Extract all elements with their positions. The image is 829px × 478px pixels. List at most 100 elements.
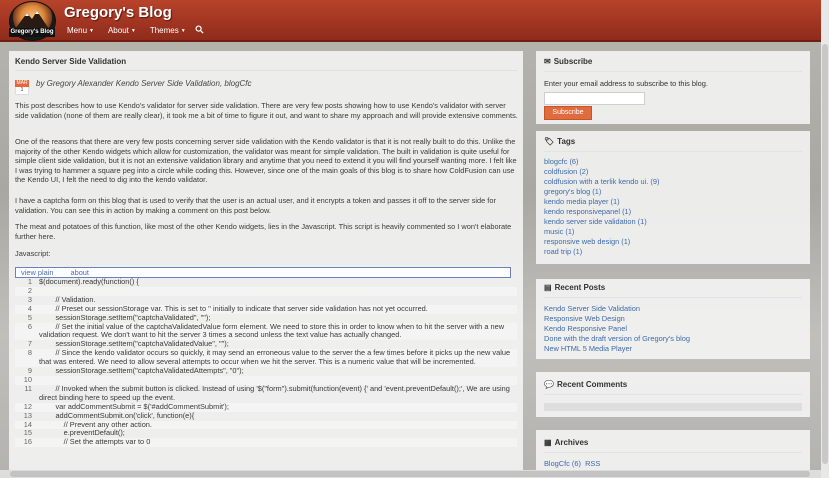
recent-comments-panel: 💬 Recent Comments xyxy=(536,372,810,417)
main-nav: Menu ▼ About ▼ Themes ▼ xyxy=(67,26,200,35)
post-title[interactable]: Kendo Server Side Validation xyxy=(15,57,126,66)
divider xyxy=(544,71,802,72)
horizontal-scrollbar[interactable] xyxy=(0,470,821,478)
code-text: // Invoked when the submit button is cli… xyxy=(39,383,512,402)
archives-panel: ▦ Archives BlogCfc (6) RSS xyxy=(536,430,810,470)
recent-post-link[interactable]: Kendo Responsive Panel xyxy=(544,324,690,334)
code-line: 6 // Set the initial value of the captch… xyxy=(15,321,517,341)
date-day: 1 xyxy=(15,87,29,95)
post-paragraph: One of the reasons that there are very f… xyxy=(15,137,517,185)
caret-down-icon: ▼ xyxy=(180,27,186,34)
about-link[interactable]: about xyxy=(70,268,89,277)
date-badge: MAR 1 xyxy=(15,80,29,98)
recent-posts-panel: ▤ Recent Posts Kendo Server Side Validati… xyxy=(536,279,810,359)
subscribe-button[interactable]: Subscribe xyxy=(544,106,592,120)
code-text: // Set the attempts var to 0 xyxy=(39,437,151,447)
recent-post-link[interactable]: Kendo Server Side Validation xyxy=(544,304,690,314)
tag-link[interactable]: responsive web design (1) xyxy=(544,237,659,247)
recent-post-link[interactable]: New HTML 5 Media Player xyxy=(544,344,690,354)
tag-link[interactable]: gregory's blog (1) xyxy=(544,187,659,197)
code-text: // Set the initial value of the captchaV… xyxy=(39,321,507,340)
tags-heading-label: Tags xyxy=(557,137,576,146)
subscribe-heading-label: Subscribe xyxy=(553,57,593,66)
rss-link[interactable]: RSS xyxy=(585,459,600,468)
code-text: $(document).ready(function() { xyxy=(39,277,139,286)
tags-icon: 🏷 xyxy=(544,137,555,146)
archive-icon: ▦ xyxy=(544,438,552,447)
caret-down-icon: ▼ xyxy=(130,27,136,34)
email-field[interactable] xyxy=(544,92,645,105)
view-plain-link[interactable]: view plain xyxy=(21,268,53,277)
archive-link[interactable]: BlogCfc (6) xyxy=(544,459,581,468)
tag-link[interactable]: kendo server side validation (1) xyxy=(544,217,659,227)
post-byline: by Gregory Alexander Kendo Server Side V… xyxy=(36,79,252,88)
divider xyxy=(544,151,802,152)
scrollbar-thumb[interactable] xyxy=(10,471,810,477)
recent-posts-heading-label: Recent Posts xyxy=(554,283,606,292)
comments-placeholder xyxy=(544,403,802,411)
nav-menu-label: Menu xyxy=(67,26,88,35)
tags-panel: 🏷 Tags blogcfc (6) coldfusion (2) coldfusio… xyxy=(536,131,810,264)
nav-themes-label: Themes xyxy=(149,26,179,35)
tag-link[interactable]: kendo media player (1) xyxy=(544,197,659,207)
nav-about[interactable]: About ▼ xyxy=(108,26,136,35)
post-paragraph: I have a captcha form on this blog that … xyxy=(15,196,496,215)
divider xyxy=(544,452,802,453)
recent-comments-heading: 💬 Recent Comments xyxy=(544,380,627,389)
subscribe-panel: ✉ Subscribe Enter your email address to s… xyxy=(536,51,810,124)
tag-link[interactable]: road trip (1) xyxy=(544,247,659,257)
archive-item: BlogCfc (6) RSS xyxy=(544,459,600,469)
archives-heading-label: Archives xyxy=(554,438,589,447)
line-number: 6 xyxy=(27,321,32,331)
tag-link[interactable]: coldfusion (2) xyxy=(544,167,659,177)
site-title[interactable]: Gregory's Blog xyxy=(64,4,172,21)
code-text: // Since the kendo validator occurs so q… xyxy=(39,348,513,367)
code-line: 1 $(document).ready(function() { xyxy=(15,277,517,287)
recent-post-link[interactable]: Responsive Web Design xyxy=(544,314,690,324)
code-line: 8 // Since the kendo validator occurs so… xyxy=(15,348,517,368)
post-paragraph: Javascript: xyxy=(15,249,51,258)
post-panel: Kendo Server Side Validation MAR 1 by Gr… xyxy=(9,51,523,471)
recent-comments-heading-label: Recent Comments xyxy=(556,380,628,389)
code-line: 9 sessionStorage.setItem("captchaValidat… xyxy=(15,366,517,376)
comments-icon: 💬 xyxy=(544,380,554,389)
scrollbar-thumb[interactable] xyxy=(822,44,828,464)
tag-link[interactable]: kendo responsivepanel (1) xyxy=(544,207,659,217)
tags-heading: 🏷 Tags xyxy=(544,137,575,146)
tag-link[interactable]: music (1) xyxy=(544,227,659,237)
line-number: 8 xyxy=(27,348,32,358)
code-line: 16 // Set the attempts var to 0 xyxy=(15,437,517,448)
vertical-scrollbar[interactable] xyxy=(821,0,829,478)
archives-heading: ▦ Archives xyxy=(544,438,588,447)
logo-text: Gregory's Blog xyxy=(9,28,55,37)
caret-down-icon: ▼ xyxy=(89,27,94,34)
date-month: MAR xyxy=(15,80,29,87)
tag-list: blogcfc (6) coldfusion (2) coldfusion with… xyxy=(544,157,659,257)
recent-post-link[interactable]: Done with the draft version of Gregory's… xyxy=(544,334,690,344)
site-header: Gregory's Blog Gregory's Blog Menu ▼ Abo… xyxy=(0,0,829,42)
line-number: 11 xyxy=(24,383,32,393)
recent-posts-heading: ▤ Recent Posts xyxy=(544,283,605,292)
code-line: 11 // Invoked when the submit button is … xyxy=(15,383,517,403)
nav-menu[interactable]: Menu ▼ xyxy=(67,26,94,35)
divider xyxy=(15,70,517,71)
post-paragraph: This post describes how to use Kendo's v… xyxy=(15,101,518,120)
subscribe-text: Enter your email address to subscribe to… xyxy=(544,79,708,88)
search-icon[interactable] xyxy=(195,25,204,34)
logo-mountain-icon xyxy=(15,11,49,29)
tag-link[interactable]: coldfusion with a terlik kendo ui. (9) xyxy=(544,177,659,187)
nav-about-label: About xyxy=(107,26,129,35)
subscribe-heading: ✉ Subscribe xyxy=(544,57,592,66)
tag-link[interactable]: blogcfc (6) xyxy=(544,157,659,167)
divider xyxy=(544,394,802,395)
line-number: 16 xyxy=(23,437,32,447)
list-icon: ▤ xyxy=(544,283,552,292)
envelope-icon: ✉ xyxy=(544,57,551,66)
post-paragraph: The meat and potatoes of this function, … xyxy=(15,222,512,241)
code-text: sessionStorage.setItem("captchaValidated… xyxy=(39,366,244,376)
nav-themes[interactable]: Themes ▼ xyxy=(150,26,186,35)
divider xyxy=(544,297,802,298)
code-block: 1 $(document).ready(function() {2 3 // Val… xyxy=(15,277,517,448)
